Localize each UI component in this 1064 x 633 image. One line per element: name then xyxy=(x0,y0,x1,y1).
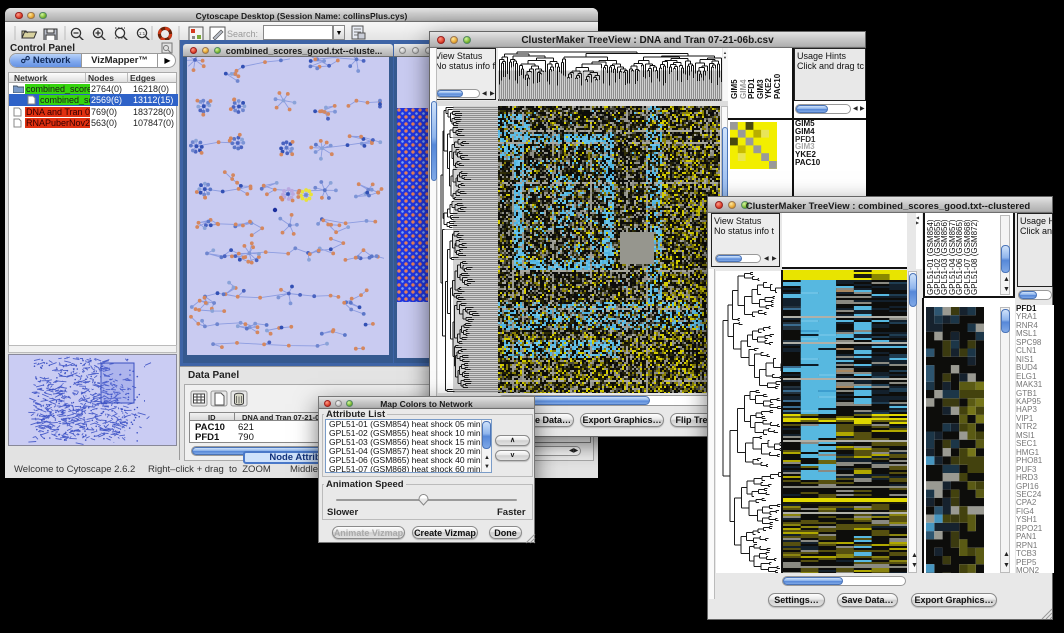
svg-text:1:1: 1:1 xyxy=(139,31,146,36)
svg-text:Search:: Search: xyxy=(227,29,258,39)
